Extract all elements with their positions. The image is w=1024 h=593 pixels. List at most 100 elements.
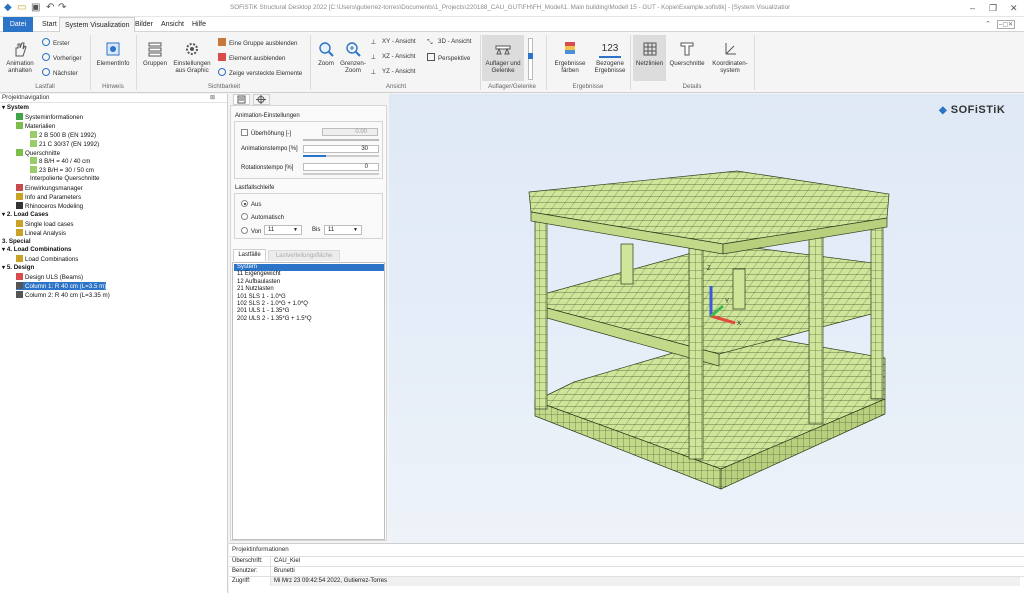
redo-icon[interactable]: ↷ bbox=[58, 2, 66, 13]
tree-item[interactable]: ▾ 4. Load Combinations bbox=[2, 246, 71, 254]
tree-item[interactable]: ▾ System bbox=[2, 104, 29, 112]
tree-item-label: Querschnitte bbox=[25, 149, 61, 157]
querschnitte-button[interactable]: Querschnitte bbox=[668, 40, 706, 67]
tree-item[interactable]: Materialien bbox=[16, 121, 55, 130]
ueberhoehung-slider[interactable] bbox=[303, 139, 379, 141]
supports-scale-slider[interactable] bbox=[528, 38, 533, 80]
radio-aus-button[interactable] bbox=[241, 200, 248, 207]
tab-hilfe[interactable]: Hilfe bbox=[187, 17, 211, 32]
3d-viewport[interactable]: Z X Y ◆ SOFiSTiK bbox=[389, 94, 1024, 543]
tree-item[interactable]: Einwirkungsmanager bbox=[16, 184, 83, 192]
tab-system-visualization[interactable]: System Visualization bbox=[59, 17, 136, 33]
perspektive-button[interactable]: Perspektive bbox=[427, 53, 470, 63]
radio-von-button[interactable] bbox=[241, 227, 248, 234]
tree-item[interactable]: Design ULS (Beams) bbox=[16, 273, 83, 281]
vorheriger-button[interactable]: Vorheriger bbox=[42, 53, 82, 63]
gruppe-ausblenden-button[interactable]: Eine Gruppe ausblenden bbox=[218, 38, 297, 48]
gruppen-button[interactable]: Gruppen bbox=[139, 40, 171, 67]
tree-item[interactable]: 8 B/H = 40 / 40 cm bbox=[30, 157, 90, 165]
radio-aus[interactable]: Aus bbox=[241, 200, 261, 208]
close-button[interactable]: ✕ bbox=[1010, 3, 1018, 14]
radio-automatisch[interactable]: Automatisch bbox=[241, 213, 284, 221]
naechster-button[interactable]: Nächster bbox=[42, 68, 78, 78]
element-info-icon bbox=[106, 42, 120, 56]
tree-item[interactable]: Rhinoceros Modeling bbox=[16, 201, 83, 210]
radio-automatisch-button[interactable] bbox=[241, 213, 248, 220]
tree-item[interactable]: Info and Parameters bbox=[16, 193, 81, 201]
3d-ansicht-button[interactable]: ⤡ 3D - Ansicht bbox=[427, 38, 471, 47]
loadcase-item[interactable]: 202 ULS 2 - 1.35*G + 1.5*Q bbox=[234, 316, 384, 323]
tree-item-label: 4. Load Combinations bbox=[6, 246, 72, 254]
radio-von[interactable]: Von bbox=[241, 227, 261, 235]
erster-button[interactable]: Erster bbox=[42, 38, 70, 48]
bis-select[interactable]: 11 ▼ bbox=[324, 225, 362, 235]
tree-item-label: 3. Special bbox=[2, 237, 31, 245]
von-select[interactable]: 11 ▼ bbox=[264, 225, 302, 235]
grenzen-zoom-button[interactable]: Grenzen-Zoom bbox=[339, 40, 367, 74]
tree-item[interactable]: Querschnitte bbox=[16, 148, 61, 157]
yz-ansicht-button[interactable]: ⟂ YZ - Ansicht bbox=[371, 68, 415, 77]
tree-item[interactable]: Column 1: R 40 cm (L=3.5 m) bbox=[16, 282, 107, 290]
loadcase-item[interactable]: 12 Aufbaulasten bbox=[234, 279, 384, 286]
loadcase-item[interactable]: 11 Eigengewicht bbox=[234, 271, 384, 278]
bezogene-ergebnisse-button[interactable]: 123 Bezogene Ergebnisse bbox=[590, 40, 630, 74]
project-info-value[interactable]: Mi Mrz 23 09:42:54 2022, Gutierrez-Torre… bbox=[270, 576, 1020, 587]
tree-item[interactable]: 3. Special bbox=[2, 238, 31, 246]
tree-item[interactable]: 21 C 30/37 (EN 1992) bbox=[30, 139, 99, 148]
tree-item[interactable]: ▾ 5. Design bbox=[2, 264, 34, 272]
xy-ansicht-button[interactable]: ⟂ XY - Ansicht bbox=[371, 38, 416, 47]
doc-window-controls[interactable]: –▢✕ bbox=[997, 20, 1016, 29]
tab-ansicht[interactable]: Ansicht bbox=[156, 17, 189, 32]
xz-ansicht-button[interactable]: ⟂ XZ - Ansicht bbox=[371, 53, 415, 62]
tempo-input[interactable]: 30 bbox=[303, 145, 379, 153]
einstellungen-button[interactable]: Einstellungen aus Graphic bbox=[171, 40, 213, 74]
slider-thumb[interactable] bbox=[528, 53, 533, 59]
maximize-button[interactable]: ❐ bbox=[989, 3, 997, 14]
animation-anhalten-button[interactable]: Animation anhalten bbox=[4, 40, 36, 74]
auflager-gelenke-button[interactable]: Auflager und Gelenke bbox=[482, 35, 524, 81]
loadcase-item[interactable]: 21 Nutzlasten bbox=[234, 286, 384, 293]
tab-view-settings[interactable] bbox=[253, 94, 270, 105]
tab-properties[interactable] bbox=[233, 94, 250, 105]
loadcase-item[interactable]: System bbox=[234, 264, 384, 272]
ueberhoehung-input[interactable]: 0.00 bbox=[322, 128, 378, 136]
netzlinien-button[interactable]: Netzlinien bbox=[633, 35, 666, 81]
ueberhoehung-checkbox[interactable] bbox=[241, 129, 248, 136]
tab-datei[interactable]: Datei bbox=[3, 17, 33, 32]
undo-icon[interactable]: ↶ bbox=[46, 2, 54, 13]
open-icon[interactable]: ▭ bbox=[17, 2, 26, 13]
zeige-versteckte-button[interactable]: Zeige versteckte Elemente bbox=[218, 68, 302, 78]
tab-bilder[interactable]: Bilder bbox=[130, 17, 158, 32]
panel-pin-icon[interactable]: ⊠ bbox=[210, 94, 215, 101]
elementinfo-button[interactable]: ElementInfo bbox=[94, 40, 132, 67]
loadcase-item[interactable]: 101 SLS 1 - 1.0*G bbox=[234, 294, 384, 301]
koordinatensystem-button[interactable]: Koordinaten-system bbox=[708, 40, 752, 74]
element-ausblenden-button[interactable]: Element ausblenden bbox=[218, 53, 285, 63]
tree-item[interactable]: Systeminformationen bbox=[16, 112, 83, 121]
rotation-input[interactable]: 0 bbox=[303, 163, 379, 171]
tree-item[interactable]: Column 2: R 40 cm (L=3.35 m) bbox=[16, 290, 110, 299]
zoom-button[interactable]: Zoom bbox=[313, 40, 339, 67]
tempo-slider[interactable] bbox=[303, 155, 379, 157]
tree-item[interactable]: Lineal Analysis bbox=[16, 228, 66, 237]
tree-item[interactable]: 23 B/H = 30 / 50 cm bbox=[30, 166, 94, 174]
tree-item[interactable]: Interpolierte Querschnitte bbox=[30, 175, 99, 183]
tree-item-label: Lineal Analysis bbox=[25, 229, 66, 237]
structural-model[interactable]: Z X Y bbox=[389, 94, 1024, 543]
column[interactable] bbox=[732, 268, 746, 310]
save-icon[interactable]: ▣ bbox=[31, 2, 40, 13]
tree-item[interactable]: ▾ 2. Load Cases bbox=[2, 211, 48, 219]
rotation-slider[interactable] bbox=[303, 173, 379, 175]
tree-item[interactable]: 2 B 500 B (EN 1992) bbox=[30, 130, 96, 139]
tree-item[interactable]: Single load cases bbox=[16, 219, 74, 228]
ribbon-collapse-icon[interactable]: ⌃ bbox=[985, 20, 991, 28]
column[interactable] bbox=[620, 243, 634, 285]
tab-lastfaelle[interactable]: Lastfälle bbox=[233, 249, 266, 261]
minimize-button[interactable]: – bbox=[970, 3, 975, 13]
tab-lastverteilungsflaeche[interactable]: Lastverteilungsfläche bbox=[268, 250, 340, 261]
ergebnisse-faerben-button[interactable]: Ergebnisse färben bbox=[550, 40, 590, 74]
loadcase-item[interactable]: 102 SLS 2 - 1.0*G + 1.0*Q bbox=[234, 301, 384, 308]
tree-item[interactable]: Load Combinations bbox=[16, 255, 78, 263]
loadcase-icon bbox=[16, 228, 23, 236]
loadcase-item[interactable]: 201 ULS 1 - 1.35*G bbox=[234, 308, 384, 315]
